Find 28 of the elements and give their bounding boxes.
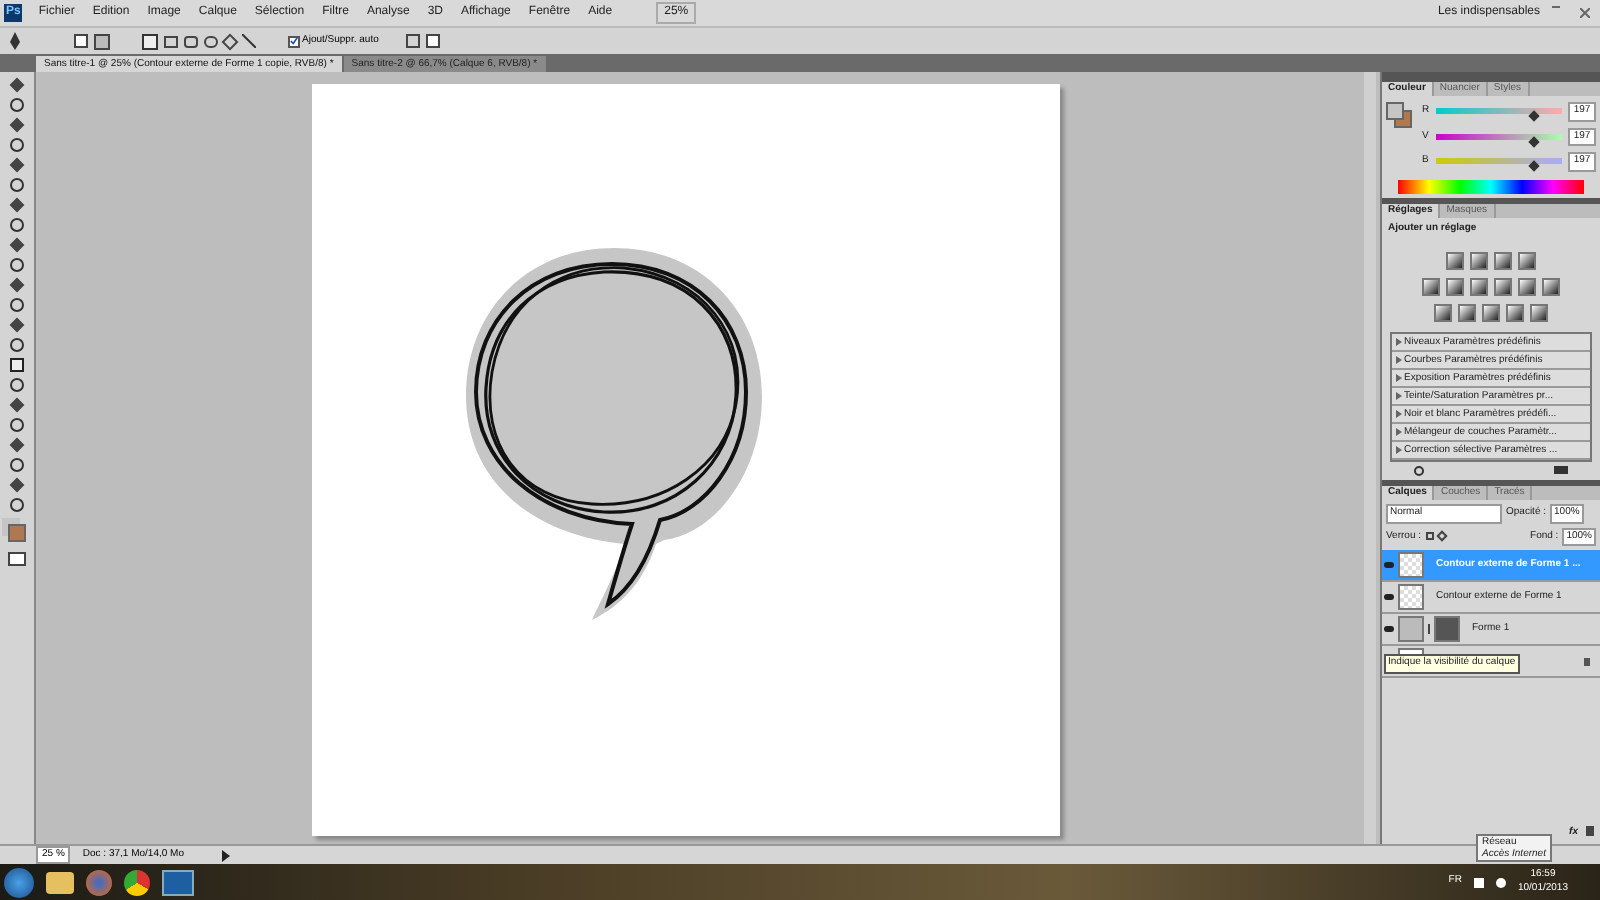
rectangle-icon[interactable]	[164, 35, 178, 47]
checkbox[interactable]	[288, 35, 300, 47]
folder-icon[interactable]	[46, 871, 74, 893]
layer-thumbnail	[1398, 584, 1424, 610]
expand-icon[interactable]	[1396, 428, 1402, 436]
expand-icon[interactable]	[1396, 338, 1402, 346]
polygon-icon[interactable]	[221, 32, 239, 50]
slider-thumb[interactable]	[1527, 135, 1539, 148]
layer-thumbnail	[1398, 552, 1424, 578]
eye-icon[interactable]	[1384, 594, 1394, 600]
slider-thumb[interactable]	[1527, 160, 1539, 173]
color-spectrum[interactable]	[1398, 179, 1584, 193]
link-icon	[1428, 624, 1430, 634]
slider-thumb[interactable]	[1527, 110, 1539, 123]
expand-icon[interactable]	[1396, 356, 1402, 364]
scrollbar[interactable]	[1364, 72, 1376, 844]
eye-icon[interactable]	[1384, 562, 1394, 568]
layer-thumbnail	[1398, 616, 1424, 642]
photoshop-taskbar-icon[interactable]	[162, 869, 194, 895]
vector-mask-thumbnail	[1434, 616, 1460, 642]
line-icon[interactable]	[242, 34, 256, 48]
expand-icon[interactable]	[1396, 446, 1402, 454]
close-icon[interactable]	[1580, 8, 1590, 18]
expand-icon[interactable]	[1396, 392, 1402, 400]
start-button[interactable]	[4, 867, 34, 897]
expand-icon[interactable]	[1396, 410, 1402, 418]
expand-icon[interactable]	[1396, 374, 1402, 382]
eye-icon[interactable]	[1384, 626, 1394, 632]
